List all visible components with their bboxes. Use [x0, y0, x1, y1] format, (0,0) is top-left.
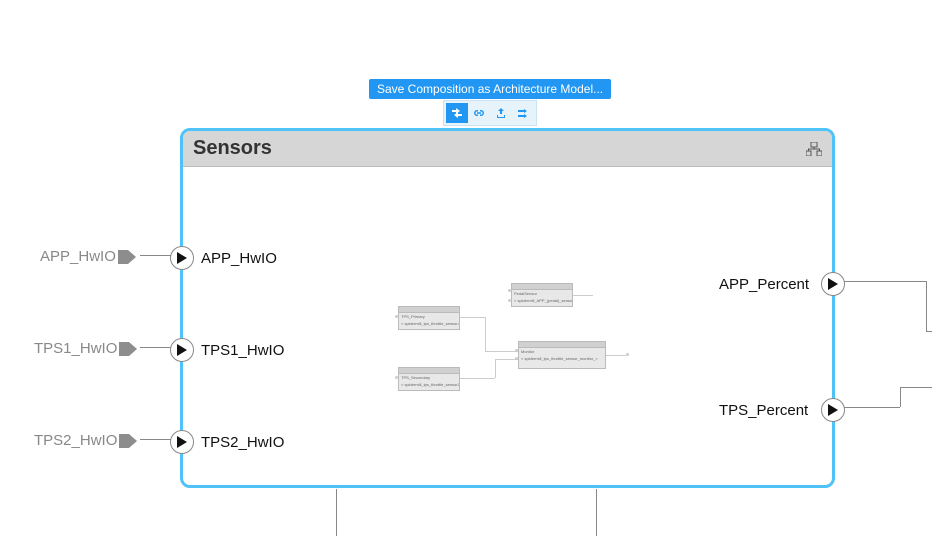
mini-sub: < spidermill_tps_throttle_sensor_monitor…	[519, 355, 605, 362]
mini-port	[395, 376, 398, 379]
mini-port	[626, 353, 629, 356]
wire	[840, 407, 900, 408]
mini-wire	[460, 378, 495, 379]
sensors-component[interactable]: Sensors APP_HwIO TPS1_HwIO TPS2_HwIO APP…	[180, 128, 835, 488]
mini-wire	[460, 317, 485, 318]
mini-block-pedal-sensor: PedalSensor < spidermill_APP_(pedal)_sen…	[511, 283, 573, 307]
toolbar-link-button[interactable]	[468, 103, 490, 123]
port-arrow-icon	[119, 434, 137, 448]
output-port-app-percent[interactable]	[821, 272, 845, 296]
ext-input-port-tps1: TPS1_HwIO	[34, 340, 137, 357]
mini-block-tps-primary: TPS_Primary < spidermill_tps_throttle_se…	[398, 306, 460, 330]
mini-port	[515, 349, 518, 352]
input-port-tps2[interactable]	[170, 430, 194, 454]
toolbar-export-button[interactable]	[490, 103, 512, 123]
port-label: APP_Percent	[719, 276, 809, 293]
tooltip-text: Save Composition as Architecture Model..…	[377, 82, 603, 96]
triangle-right-icon	[828, 404, 838, 416]
mini-wire	[485, 317, 486, 351]
triangle-right-icon	[177, 344, 187, 356]
output-port-tps-percent[interactable]	[821, 398, 845, 422]
toolbar-save-arch-button[interactable]	[446, 103, 468, 123]
triangle-right-icon	[177, 436, 187, 448]
mini-port	[515, 357, 518, 360]
component-title: Sensors	[193, 137, 272, 160]
mini-title: Monitor	[519, 348, 605, 355]
ext-port-label: TPS1_HwIO	[34, 340, 117, 357]
wire	[926, 331, 932, 332]
mini-title: PedalSensor	[512, 290, 572, 297]
mini-sub: < spidermill_APP_(pedal)_sensor>	[512, 297, 572, 304]
wire	[900, 387, 932, 388]
save-tooltip: Save Composition as Architecture Model..…	[369, 79, 611, 99]
hierarchy-icon	[806, 142, 822, 156]
mini-block-monitor: Monitor < spidermill_tps_throttle_sensor…	[518, 341, 606, 369]
port-label: TPS2_HwIO	[201, 434, 284, 451]
triangle-right-icon	[177, 252, 187, 264]
mini-port	[508, 299, 511, 302]
mini-block-tps-secondary: TPS_Secondary < spidermill_tps_throttle_…	[398, 367, 460, 391]
mini-title: TPS_Primary	[399, 313, 459, 320]
mini-wire	[606, 355, 626, 356]
mini-sub: < spidermill_tps_throttle_sensor>	[399, 320, 459, 327]
mini-port	[395, 315, 398, 318]
mini-port	[508, 289, 511, 292]
wire	[840, 281, 926, 282]
toolbar-route-button[interactable]	[512, 103, 534, 123]
wire	[926, 281, 927, 331]
mini-title: TPS_Secondary	[399, 374, 459, 381]
mini-wire	[495, 359, 496, 378]
ext-input-port-tps2: TPS2_HwIO	[34, 432, 137, 449]
wire	[336, 489, 337, 536]
ext-port-label: APP_HwIO	[40, 248, 116, 265]
mini-wire	[485, 351, 518, 352]
port-label: TPS_Percent	[719, 402, 808, 419]
wire	[596, 489, 597, 536]
ext-port-label: TPS2_HwIO	[34, 432, 117, 449]
port-label: TPS1_HwIO	[201, 342, 284, 359]
mini-wire	[573, 295, 593, 296]
port-arrow-icon	[119, 342, 137, 356]
port-arrow-icon	[118, 250, 136, 264]
input-port-app[interactable]	[170, 246, 194, 270]
mini-sub: < spidermill_tps_throttle_sensor2>	[399, 381, 459, 388]
component-header: Sensors	[183, 131, 832, 167]
ext-input-port-app: APP_HwIO	[40, 248, 136, 265]
wire	[900, 387, 901, 407]
port-label: APP_HwIO	[201, 250, 277, 267]
component-toolbar	[443, 100, 537, 126]
triangle-right-icon	[828, 278, 838, 290]
input-port-tps1[interactable]	[170, 338, 194, 362]
